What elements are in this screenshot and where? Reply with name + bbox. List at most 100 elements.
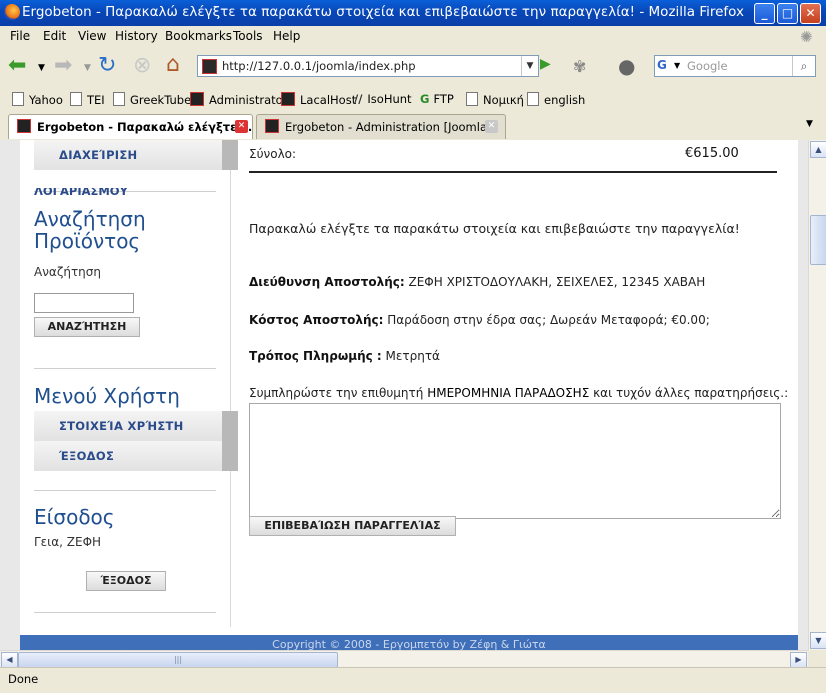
window-title: Ergobeton - Παρακαλώ ελέγξτε τα παρακάτω… — [22, 4, 745, 20]
search-placeholder[interactable]: Google — [687, 59, 728, 73]
search-label: Αναζήτηση — [34, 265, 101, 279]
nav-item-admin[interactable]: ΔΙΑΧΕΊΡΙΣΗ — [34, 140, 238, 170]
divider — [34, 368, 216, 369]
web-page: ΔΙΑΧΕΊΡΙΣΗ ΛΟΓΑΡΙΑΣΜΟΥ Αναζήτηση Προϊόντ… — [20, 140, 798, 650]
page-icon — [12, 92, 24, 106]
horizontal-scroll-thumb[interactable]: ||| — [18, 652, 338, 668]
menu-tools[interactable]: Tools — [233, 29, 263, 43]
menu-bookmarks[interactable]: Bookmarks — [165, 29, 232, 43]
go-arrow-icon[interactable]: ▶ — [540, 56, 551, 72]
confirm-order-button[interactable]: ΕΠΙΒΕΒΑΊΩΣΗ ΠΑΡΑΓΓΕΛΊΑΣ — [249, 516, 456, 536]
window-titlebar: Ergobeton - Παρακαλώ ελέγξτε τα παρακάτω… — [0, 0, 826, 26]
menu-bar: File Edit View History Bookmarks Tools H… — [0, 26, 826, 46]
bookmark-greektube[interactable]: GreekTube — [113, 92, 191, 107]
total-divider — [249, 171, 777, 173]
close-window-button[interactable]: ✕ — [800, 3, 821, 24]
bookmark-ftp[interactable]: G FTP — [420, 92, 454, 106]
order-confirmation-panel: Σύνολο: €615.00 Παρακαλώ ελέγξτε τα παρα… — [249, 140, 788, 627]
logout-button[interactable]: ΈΞΟΔΟΣ — [86, 571, 166, 591]
menu-view[interactable]: View — [78, 29, 106, 43]
reload-icon[interactable]: ↻ — [98, 53, 116, 79]
forward-history-chevron-icon[interactable]: ▼ — [84, 55, 91, 81]
vertical-scroll-thumb[interactable] — [810, 215, 826, 265]
product-search-input[interactable] — [34, 293, 134, 313]
shipping-row: Κόστος Αποστολής: Παράδοση στην έδρα σας… — [249, 313, 710, 327]
confirm-message: Παρακαλώ ελέγξτε τα παρακάτω στοιχεία κα… — [249, 221, 740, 236]
engine-dropdown-icon[interactable]: ▼ — [674, 61, 680, 70]
isohunt-icon: // — [354, 92, 363, 106]
ftp-icon: G — [420, 92, 430, 106]
nav-item-user-details[interactable]: ΣΤΟΙΧΕΊΑ ΧΡΉΣΤΗ — [34, 411, 238, 441]
menu-history[interactable]: History — [115, 29, 158, 43]
scrollbar-corner — [808, 650, 826, 667]
bookmark-isohunt[interactable]: //IsoHunt — [354, 92, 412, 106]
page-icon — [70, 92, 82, 106]
bookmark-tei[interactable]: TEI — [70, 92, 105, 107]
vertical-scrollbar[interactable]: ▲ ▼ — [808, 140, 826, 650]
page-footer: Copyright © 2008 - Εργομπετόν by Ζέφη & … — [20, 635, 798, 650]
bookmark-yahoo[interactable]: Yahoo — [12, 92, 63, 107]
tab-bar: Ergobeton - Παρακαλώ ελέγξτε τ... ✕ Ergo… — [0, 110, 826, 141]
tab-close-icon[interactable]: ✕ — [485, 120, 498, 133]
bookmark-english[interactable]: english — [527, 92, 585, 107]
scroll-left-arrow-icon[interactable]: ◀ — [1, 652, 18, 668]
menu-help[interactable]: Help — [273, 29, 300, 43]
bookmark-lacalhost[interactable]: LacalHost — [281, 92, 356, 107]
search-magnifier-icon[interactable]: ⌕ — [792, 56, 815, 76]
page-viewport: ΔΙΑΧΕΊΡΙΣΗ ΛΟΓΑΡΙΑΣΜΟΥ Αναζήτηση Προϊόντ… — [0, 140, 808, 650]
menu-edit[interactable]: Edit — [43, 29, 66, 43]
tab-administration[interactable]: Ergobeton - Administration [Joomla!] ✕ — [256, 114, 506, 139]
search-module-title: Αναζήτηση Προϊόντος — [34, 207, 146, 253]
scroll-down-arrow-icon[interactable]: ▼ — [810, 632, 826, 649]
home-icon[interactable]: ⌂ — [166, 52, 180, 78]
stop-icon[interactable]: ⊗ — [133, 53, 151, 79]
url-text[interactable]: http://127.0.0.1/joomla/index.php — [222, 59, 416, 73]
scroll-right-arrow-icon[interactable]: ▶ — [790, 652, 807, 668]
google-engine-icon[interactable]: G — [657, 58, 671, 72]
minimize-button[interactable]: _ — [754, 3, 775, 24]
account-label: ΛΟΓΑΡΙΑΣΜΟΥ — [34, 188, 128, 198]
throbber-icon: ✺ — [800, 28, 813, 46]
url-bar[interactable]: http://127.0.0.1/joomla/index.php ▼ — [197, 55, 539, 77]
login-module-title: Είσοδος — [34, 505, 115, 529]
forward-arrow-icon[interactable]: ➡ — [54, 53, 72, 79]
tab-close-icon[interactable]: ✕ — [235, 120, 248, 133]
tab-list-chevron-icon[interactable]: ▼ — [806, 119, 813, 129]
greeting-text: Γεια, ΖΕΦΗ — [34, 535, 102, 549]
notes-textarea[interactable] — [249, 403, 781, 519]
page-icon — [527, 92, 539, 106]
scroll-up-arrow-icon[interactable]: ▲ — [810, 141, 826, 158]
divider — [34, 490, 216, 491]
url-dropdown-icon[interactable]: ▼ — [521, 56, 538, 76]
search-button[interactable]: ΑΝΑΖΉΤΗΣΗ — [34, 317, 140, 337]
back-arrow-icon[interactable]: ⬅ — [8, 53, 26, 79]
status-bar: Done — [0, 667, 826, 693]
horizontal-scrollbar[interactable]: ◀ ||| ▶ — [0, 650, 808, 668]
tab-label: Ergobeton - Παρακαλώ ελέγξτε τ... — [37, 120, 253, 134]
search-box[interactable]: G ▼ Google ⌕ — [654, 55, 816, 77]
bookmarks-bar: Yahoo TEI GreekTube Administrator LacalH… — [0, 88, 826, 111]
maximize-button[interactable]: □ — [777, 3, 798, 24]
page-icon — [466, 92, 478, 106]
joomla-icon — [17, 119, 31, 133]
joomla-icon — [190, 92, 204, 106]
tab-order-confirm[interactable]: Ergobeton - Παρακαλώ ελέγξτε τ... ✕ — [8, 114, 253, 139]
extension-icon[interactable]: ✾ — [573, 54, 586, 80]
bookmark-nomiki[interactable]: Νομική — [466, 92, 524, 107]
payment-row: Τρόπος Πληρωμής : Μετρητά — [249, 349, 440, 363]
firefox-logo-icon — [4, 4, 20, 20]
menu-file[interactable]: File — [10, 29, 30, 43]
back-history-chevron-icon[interactable]: ▼ — [38, 55, 45, 81]
page-icon — [113, 92, 125, 106]
status-text: Done — [8, 672, 39, 686]
left-sidebar: ΔΙΑΧΕΊΡΙΣΗ ΛΟΓΑΡΙΑΣΜΟΥ Αναζήτηση Προϊόντ… — [20, 140, 238, 627]
total-value: €615.00 — [685, 146, 739, 161]
addon-globe-icon[interactable]: ● — [618, 53, 635, 79]
tab-label: Ergobeton - Administration [Joomla!] — [285, 120, 497, 134]
address-row: Διεύθυνση Αποστολής: ΖΕΦΗ ΧΡΙΣΤΟΔΟΥΛΑΚΗ,… — [249, 275, 706, 289]
bookmark-administrator[interactable]: Administrator — [190, 92, 287, 107]
nav-item-logout[interactable]: ΈΞΟΔΟΣ — [34, 441, 238, 471]
navigation-toolbar: ⬅ ▼ ➡ ▼ ↻ ⊗ ⌂ http://127.0.0.1/joomla/in… — [0, 46, 826, 89]
divider — [34, 612, 216, 613]
total-label: Σύνολο: — [249, 147, 297, 161]
